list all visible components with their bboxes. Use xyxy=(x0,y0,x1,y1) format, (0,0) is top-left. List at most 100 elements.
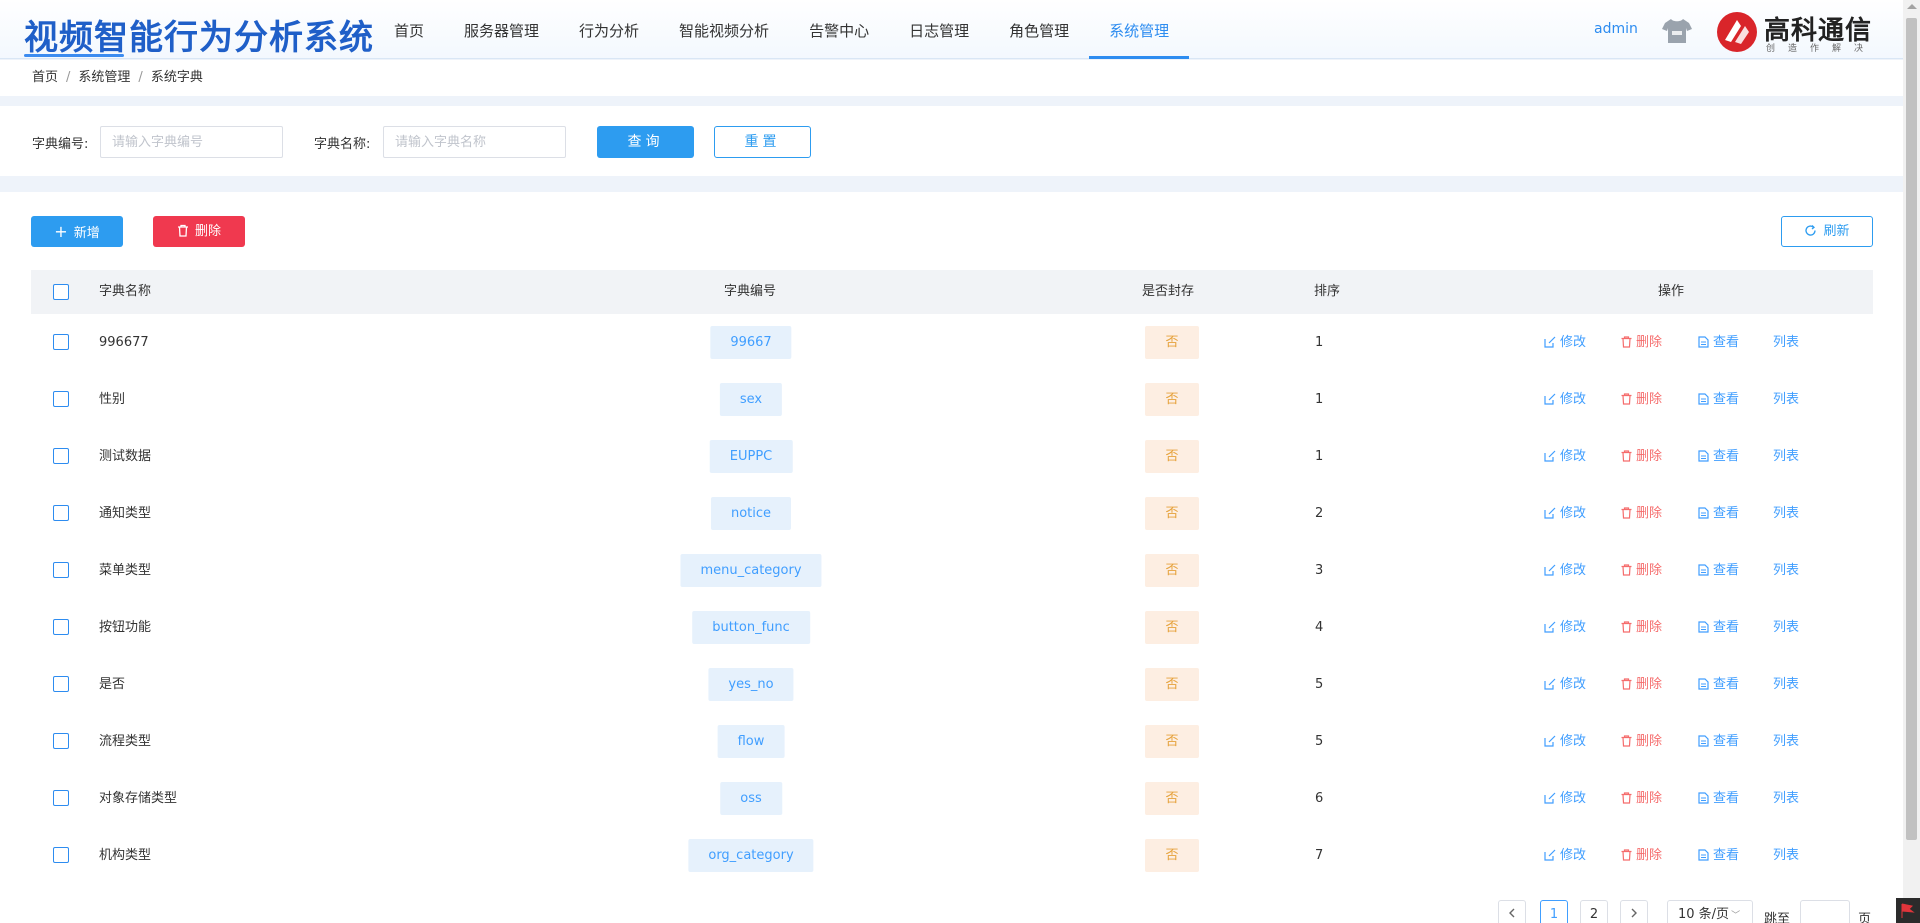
dict-code-input[interactable] xyxy=(100,126,283,158)
document-icon xyxy=(1698,849,1709,861)
row-checkbox[interactable] xyxy=(53,847,69,863)
refresh-button[interactable]: 刷新 xyxy=(1781,216,1873,247)
delete-action[interactable]: 删除 xyxy=(1621,656,1662,713)
edit-action[interactable]: 修改 xyxy=(1544,827,1586,884)
table-body: 996677 99667 否 1 修改 删除 查看 列表 性别 sex 否 1 修改 删除 查看 列表 测试数据… xyxy=(31,314,1873,884)
edit-icon xyxy=(1544,792,1556,804)
delete-action[interactable]: 删除 xyxy=(1621,485,1662,542)
edit-action[interactable]: 修改 xyxy=(1544,314,1586,371)
reset-button[interactable]: 重置 xyxy=(714,126,811,158)
sort-cell: 1 xyxy=(1315,392,1324,407)
nav-item-2[interactable]: 行为分析 xyxy=(559,0,659,59)
list-action[interactable]: 列表 xyxy=(1773,371,1799,428)
theme-shirt-icon[interactable] xyxy=(1661,17,1693,45)
view-action[interactable]: 查看 xyxy=(1698,656,1739,713)
batch-delete-button[interactable]: 删除 xyxy=(153,216,245,247)
list-action[interactable]: 列表 xyxy=(1773,314,1799,371)
edit-action[interactable]: 修改 xyxy=(1544,485,1586,542)
flag-widget-icon[interactable] xyxy=(1896,898,1920,923)
scrollbar-thumb[interactable] xyxy=(1906,18,1917,840)
edit-action[interactable]: 修改 xyxy=(1544,713,1586,770)
delete-action[interactable]: 删除 xyxy=(1621,314,1662,371)
list-action[interactable]: 列表 xyxy=(1773,827,1799,884)
list-action[interactable]: 列表 xyxy=(1773,428,1799,485)
view-action[interactable]: 查看 xyxy=(1698,599,1739,656)
delete-action[interactable]: 删除 xyxy=(1621,599,1662,656)
delete-action[interactable]: 删除 xyxy=(1621,428,1662,485)
view-action[interactable]: 查看 xyxy=(1698,827,1739,884)
page-2-button[interactable]: 2 xyxy=(1580,900,1608,923)
nav-item-1[interactable]: 服务器管理 xyxy=(444,0,559,59)
dict-name-cell: 对象存储类型 xyxy=(99,791,178,806)
view-action[interactable]: 查看 xyxy=(1698,770,1739,827)
list-action[interactable]: 列表 xyxy=(1773,713,1799,770)
list-action[interactable]: 列表 xyxy=(1773,770,1799,827)
add-button[interactable]: + 新增 xyxy=(31,216,123,247)
edit-action[interactable]: 修改 xyxy=(1544,770,1586,827)
delete-action[interactable]: 删除 xyxy=(1621,713,1662,770)
sealed-tag: 否 xyxy=(1145,611,1199,644)
app-title: 视频智能行为分析系统 xyxy=(24,18,374,58)
nav-item-3[interactable]: 智能视频分析 xyxy=(659,0,789,59)
row-checkbox[interactable] xyxy=(53,562,69,578)
edit-action[interactable]: 修改 xyxy=(1544,542,1586,599)
dict-name-cell: 通知类型 xyxy=(99,506,152,521)
prev-page-button[interactable] xyxy=(1498,900,1526,923)
list-action[interactable]: 列表 xyxy=(1773,485,1799,542)
user-name-link[interactable]: admin xyxy=(1594,21,1638,37)
dictionary-table: 字典名称 字典编号 是否封存 排序 操作 996677 99667 否 1 修改 删除 查看… xyxy=(31,270,1873,884)
delete-action[interactable]: 删除 xyxy=(1621,827,1662,884)
nav-item-0[interactable]: 首页 xyxy=(374,0,444,59)
nav-item-7[interactable]: 系统管理 xyxy=(1089,0,1190,59)
breadcrumb-home[interactable]: 首页 xyxy=(32,70,58,85)
edit-action[interactable]: 修改 xyxy=(1544,428,1586,485)
query-button[interactable]: 查询 xyxy=(597,126,694,158)
view-action[interactable]: 查看 xyxy=(1698,314,1739,371)
page-1-button[interactable]: 1 xyxy=(1540,900,1568,923)
select-all-checkbox[interactable] xyxy=(53,284,69,300)
view-action[interactable]: 查看 xyxy=(1698,428,1739,485)
row-checkbox[interactable] xyxy=(53,790,69,806)
view-action[interactable]: 查看 xyxy=(1698,485,1739,542)
row-checkbox[interactable] xyxy=(53,334,69,350)
edit-icon xyxy=(1544,849,1556,861)
delete-action[interactable]: 删除 xyxy=(1621,371,1662,428)
nav-item-4[interactable]: 告警中心 xyxy=(789,0,889,59)
document-icon xyxy=(1698,507,1709,519)
edit-icon xyxy=(1544,678,1556,690)
row-checkbox[interactable] xyxy=(53,676,69,692)
row-checkbox[interactable] xyxy=(53,733,69,749)
page-size-select[interactable]: 10 条/页 ﹀ xyxy=(1667,900,1753,923)
scroll-up-arrow-icon[interactable] xyxy=(1907,4,1917,9)
row-checkbox[interactable] xyxy=(53,505,69,521)
sort-cell: 7 xyxy=(1315,848,1324,863)
delete-action[interactable]: 删除 xyxy=(1621,542,1662,599)
edit-action[interactable]: 修改 xyxy=(1544,599,1586,656)
list-action[interactable]: 列表 xyxy=(1773,542,1799,599)
list-action[interactable]: 列表 xyxy=(1773,599,1799,656)
view-action[interactable]: 查看 xyxy=(1698,713,1739,770)
row-checkbox[interactable] xyxy=(53,391,69,407)
dict-code-tag: 99667 xyxy=(710,326,792,359)
sort-cell: 3 xyxy=(1315,563,1324,578)
document-icon xyxy=(1698,621,1709,633)
edit-action[interactable]: 修改 xyxy=(1544,371,1586,428)
row-checkbox[interactable] xyxy=(53,448,69,464)
row-checkbox[interactable] xyxy=(53,619,69,635)
dict-name-cell: 996677 xyxy=(99,335,149,350)
nav-item-5[interactable]: 日志管理 xyxy=(889,0,989,59)
view-action[interactable]: 查看 xyxy=(1698,542,1739,599)
edit-action[interactable]: 修改 xyxy=(1544,656,1586,713)
nav-item-6[interactable]: 角色管理 xyxy=(989,0,1089,59)
jump-page-input[interactable] xyxy=(1800,900,1850,923)
dict-name-cell: 机构类型 xyxy=(99,848,152,863)
next-page-button[interactable] xyxy=(1620,900,1648,923)
list-action[interactable]: 列表 xyxy=(1773,656,1799,713)
delete-action[interactable]: 删除 xyxy=(1621,770,1662,827)
dict-name-input[interactable] xyxy=(383,126,566,158)
breadcrumb-system[interactable]: 系统管理 xyxy=(78,70,130,85)
dict-code-tag: sex xyxy=(719,383,783,416)
breadcrumb: 首页 / 系统管理 / 系统字典 xyxy=(0,60,1903,96)
sealed-tag: 否 xyxy=(1145,668,1199,701)
view-action[interactable]: 查看 xyxy=(1698,371,1739,428)
